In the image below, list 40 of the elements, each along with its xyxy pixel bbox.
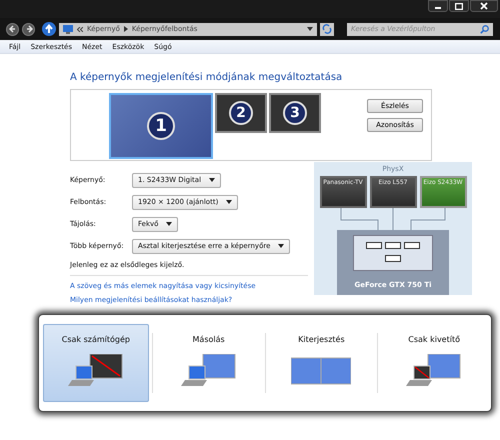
option-label: Csak számítógép <box>62 335 130 344</box>
option-label: Csak kivetítő <box>408 335 460 344</box>
dropdown-caret-icon <box>209 178 216 182</box>
monitor-number: 3 <box>283 101 307 125</box>
port-icon <box>385 254 401 262</box>
forward-arrow-icon <box>24 25 32 33</box>
forward-button[interactable] <box>22 22 35 36</box>
monitor-number: 1 <box>147 112 175 140</box>
monitor-icon <box>63 24 73 34</box>
back-arrow-icon <box>8 25 16 33</box>
dropdown-caret-icon <box>278 244 284 248</box>
close-button[interactable] <box>470 0 498 12</box>
up-arrow-icon[interactable] <box>42 22 56 36</box>
monitor-number: 2 <box>229 101 253 125</box>
double-chevron-icon <box>77 26 83 32</box>
maximize-button[interactable] <box>449 0 469 12</box>
maximize-icon <box>455 2 463 10</box>
monitor-tile[interactable]: 3 <box>269 93 321 133</box>
projection-option[interactable]: Csak számítógép <box>43 324 149 402</box>
back-button[interactable] <box>6 22 19 36</box>
dropdown-caret-icon <box>166 222 172 226</box>
search-icon <box>480 24 489 34</box>
refresh-button[interactable] <box>320 22 334 36</box>
close-icon <box>480 2 488 10</box>
separator-arrow-icon <box>124 26 128 32</box>
monitor-tile[interactable]: 1 <box>109 93 213 159</box>
option-label: Kiterjesztés <box>298 335 345 344</box>
option-label: Másolás <box>192 335 225 344</box>
projection-option[interactable]: Kiterjesztés <box>268 324 374 402</box>
projection-option[interactable]: Másolás <box>156 324 262 402</box>
dropdown-caret-icon <box>226 200 232 204</box>
monitor-tile[interactable]: 2 <box>215 93 267 133</box>
page-heading: A képernyők megjelenítési módjának megváltoztatása <box>70 72 344 83</box>
port-icon <box>385 242 401 249</box>
dropdown-caret-icon[interactable] <box>307 27 313 31</box>
projection-option[interactable]: Csak kivetítő <box>381 324 487 402</box>
port-icon <box>366 242 382 249</box>
port-icon <box>404 242 420 249</box>
minimize-button[interactable] <box>428 0 448 12</box>
refresh-icon <box>322 24 332 34</box>
